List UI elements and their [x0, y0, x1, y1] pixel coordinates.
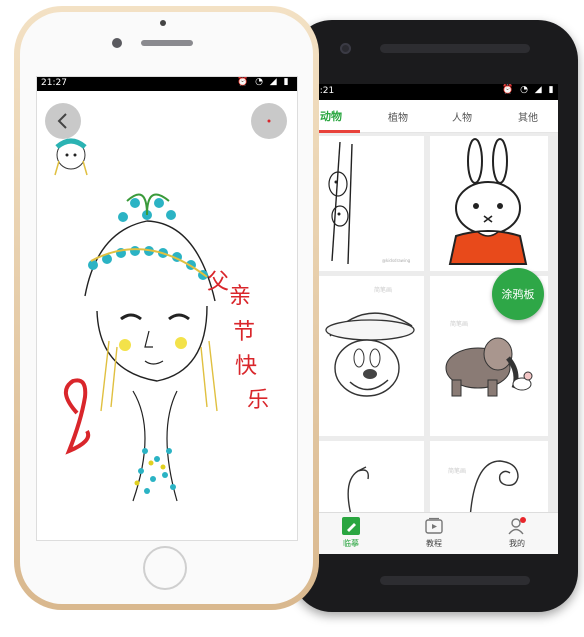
rabbit-drawing-image [448, 138, 528, 265]
iphone-earpiece [141, 40, 193, 46]
tab-people[interactable]: 人物 [452, 109, 472, 124]
bottom-navigation: 临摹 教程 我的 [310, 512, 558, 554]
greeting-char-5: 乐 [247, 388, 269, 413]
user-icon [508, 517, 526, 535]
chevron-left-icon [57, 113, 67, 129]
nav-label-copy: 临摹 [343, 539, 359, 548]
brush-color-button[interactable] [251, 103, 287, 139]
sketch-card-snail[interactable]: 简笔画 [430, 441, 548, 521]
svg-text:@kidsdrawing: @kidsdrawing [382, 258, 411, 263]
iphone-status-bar: 21:27 ⏰ ◔ ◢ ▮ [37, 77, 297, 91]
sketch-card-rabbit[interactable] [430, 136, 548, 271]
iphone-status-icons: ⏰ ◔ ◢ ▮ [237, 77, 291, 87]
doodle-canvas[interactable]: 父 亲 节 快 乐 [37, 91, 297, 540]
nav-item-mine[interactable]: 我的 [476, 513, 558, 554]
tab-animals[interactable]: 动物 [320, 108, 342, 124]
iphone-front-camera [112, 38, 122, 48]
iphone-home-button[interactable] [143, 546, 187, 590]
nav-item-copy[interactable]: 临摹 [310, 513, 392, 554]
flamingo-sketch-image [347, 466, 369, 520]
android-screen: 1:21 ⏰ ◔ ◢ ▮ 动物 植物 人物 其他 @kidsdrawing 简笔… [310, 84, 558, 554]
greeting-char-3: 节 [233, 320, 255, 345]
iphone-screen: 21:27 ⏰ ◔ ◢ ▮ 父 亲 节 快 乐 [36, 76, 298, 541]
sketch-card-mouse[interactable]: 简笔画 [312, 276, 424, 436]
snail-sketch-image: 简笔画 [448, 460, 519, 520]
android-status-bar: 1:21 ⏰ ◔ ◢ ▮ [310, 84, 558, 100]
giraffe-sketch-image: @kidsdrawing [328, 141, 411, 265]
iphone-status-time: 21:27 [41, 78, 67, 88]
mouse-sketch-image: 简笔画 [325, 286, 415, 397]
iphone-sensor [160, 20, 166, 26]
nav-label-tutorial: 教程 [426, 539, 442, 548]
greeting-char-4: 快 [235, 354, 257, 379]
svg-text:简笔画: 简笔画 [374, 286, 392, 294]
sketch-grid: @kidsdrawing 简笔画 简笔画 简笔画 [310, 133, 558, 521]
girl-drawing [84, 193, 218, 502]
thumbnail-avatar [54, 138, 88, 176]
pencil-icon [342, 517, 360, 535]
android-status-icons: ⏰ ◔ ◢ ▮ [502, 85, 556, 95]
svg-text:简笔画: 简笔画 [450, 320, 468, 328]
doodle-board-label: 涂鸦板 [501, 288, 535, 301]
nav-item-tutorial[interactable]: 教程 [393, 513, 475, 554]
android-front-camera [340, 43, 351, 54]
greeting-char-2: 亲 [229, 284, 251, 309]
nav-label-mine: 我的 [509, 539, 525, 548]
sketch-card-giraffe[interactable]: @kidsdrawing [312, 136, 424, 271]
svg-text:简笔画: 简笔画 [448, 467, 466, 475]
android-top-speaker [380, 44, 530, 53]
tab-plants[interactable]: 植物 [388, 109, 408, 124]
greeting-char-1: 父 [207, 270, 229, 295]
brush-dot-icon [267, 119, 271, 123]
sketch-card-flamingo[interactable] [312, 441, 424, 521]
greeting-text: 父 亲 节 快 乐 [207, 270, 269, 413]
android-bottom-speaker [380, 576, 530, 585]
tab-other[interactable]: 其他 [518, 109, 538, 124]
back-button[interactable] [45, 103, 81, 139]
category-tab-bar: 动物 植物 人物 其他 [310, 100, 558, 133]
video-icon [425, 517, 443, 534]
heart-doodle [64, 378, 91, 455]
doodle-board-button[interactable]: 涂鸦板 [492, 268, 544, 320]
